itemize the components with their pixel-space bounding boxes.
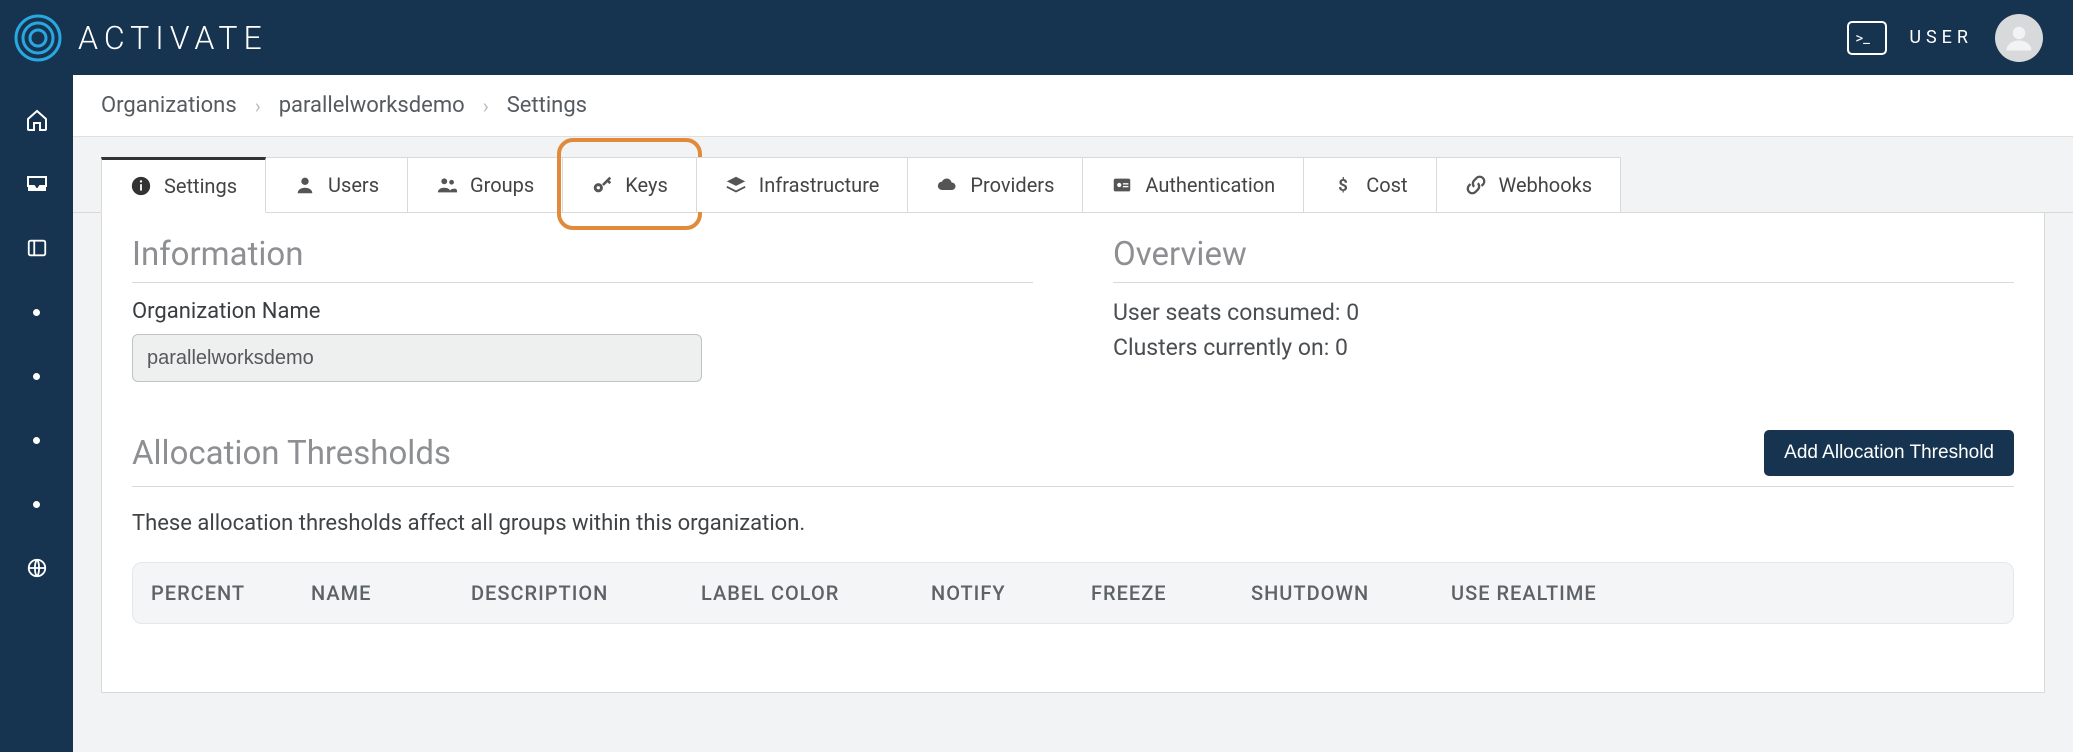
tab-label: Keys <box>625 173 668 197</box>
cloud-icon <box>936 174 958 196</box>
alloc-table-header: PERCENT NAME DESCRIPTION LABEL COLOR NOT… <box>132 562 2014 624</box>
col-freeze: FREEZE <box>1091 581 1251 605</box>
col-description: DESCRIPTION <box>471 581 701 605</box>
sidebar <box>0 75 73 752</box>
tab-label: Cost <box>1366 173 1407 197</box>
information-section: Information Organization Name <box>132 235 1033 382</box>
tab-groups[interactable]: Groups <box>408 157 563 212</box>
home-icon[interactable] <box>22 105 52 135</box>
tab-providers[interactable]: Providers <box>908 157 1083 212</box>
tab-label: Authentication <box>1145 173 1275 197</box>
dollar-icon: $ <box>1332 174 1354 196</box>
tab-label: Users <box>328 173 379 197</box>
sidebar-dot-2[interactable] <box>22 361 52 391</box>
panel-icon[interactable] <box>22 233 52 263</box>
tab-authentication[interactable]: Authentication <box>1083 157 1304 212</box>
avatar-icon <box>2004 23 2034 53</box>
overview-seats-value: 0 <box>1346 299 1359 326</box>
key-icon <box>591 174 613 196</box>
org-name-input[interactable] <box>132 334 702 382</box>
overview-clusters-label: Clusters currently on: <box>1113 334 1329 361</box>
col-label-color: LABEL COLOR <box>701 581 931 605</box>
alloc-description: These allocation thresholds affect all g… <box>132 511 2014 536</box>
col-name: NAME <box>311 581 471 605</box>
overview-seats: User seats consumed: 0 <box>1113 299 2014 326</box>
tab-label: Infrastructure <box>759 173 880 197</box>
add-allocation-button[interactable]: Add Allocation Threshold <box>1764 430 2014 476</box>
brand-logo-icon <box>14 14 62 62</box>
inbox-icon[interactable] <box>22 169 52 199</box>
group-icon <box>436 174 458 196</box>
tab-label: Providers <box>970 173 1054 197</box>
tabs: Settings Users Groups Keys Infrastructur… <box>73 137 2073 213</box>
alloc-heading: Allocation Thresholds <box>132 434 451 473</box>
info-icon <box>130 175 152 197</box>
tab-users[interactable]: Users <box>266 157 408 212</box>
tab-settings[interactable]: Settings <box>101 157 266 213</box>
org-name-label: Organization Name <box>132 299 1033 324</box>
tab-label: Groups <box>470 173 534 197</box>
link-icon <box>1465 174 1487 196</box>
topbar: ACTIVATE >_ USER <box>0 0 2073 75</box>
tab-cost[interactable]: $ Cost <box>1304 157 1436 212</box>
col-notify: NOTIFY <box>931 581 1091 605</box>
topbar-right: >_ USER <box>1847 14 2043 62</box>
globe-icon[interactable] <box>22 553 52 583</box>
alloc-header: Allocation Thresholds Add Allocation Thr… <box>132 430 2014 487</box>
breadcrumb-organizations[interactable]: Organizations <box>101 93 237 118</box>
overview-clusters: Clusters currently on: 0 <box>1113 334 2014 361</box>
tab-keys[interactable]: Keys <box>563 157 697 212</box>
brand-name: ACTIVATE <box>78 19 268 57</box>
chevron-right-icon: › <box>483 94 489 118</box>
sidebar-dot-4[interactable] <box>22 489 52 519</box>
main: Organizations › parallelworksdemo › Sett… <box>73 75 2073 752</box>
breadcrumb-settings[interactable]: Settings <box>507 93 587 118</box>
user-icon <box>294 174 316 196</box>
settings-panel: Information Organization Name Overview U… <box>101 213 2045 693</box>
breadcrumb: Organizations › parallelworksdemo › Sett… <box>73 75 2073 137</box>
col-percent: PERCENT <box>151 581 311 605</box>
terminal-button[interactable]: >_ <box>1847 21 1887 55</box>
tab-webhooks[interactable]: Webhooks <box>1437 157 1622 212</box>
sidebar-dot-3[interactable] <box>22 425 52 455</box>
brand: ACTIVATE <box>14 14 268 62</box>
tab-infrastructure[interactable]: Infrastructure <box>697 157 909 212</box>
overview-clusters-value: 0 <box>1335 334 1348 361</box>
user-label[interactable]: USER <box>1909 27 1973 48</box>
tab-label: Settings <box>164 174 237 198</box>
col-shutdown: SHUTDOWN <box>1251 581 1451 605</box>
overview-heading: Overview <box>1113 235 2014 283</box>
terminal-icon: >_ <box>1855 29 1870 47</box>
layers-icon <box>725 174 747 196</box>
overview-seats-label: User seats consumed: <box>1113 299 1340 326</box>
tab-label: Webhooks <box>1499 173 1593 197</box>
badge-icon <box>1111 174 1133 196</box>
overview-section: Overview User seats consumed: 0 Clusters… <box>1113 235 2014 382</box>
col-use-realtime: USE REALTIME <box>1451 581 1651 605</box>
chevron-right-icon: › <box>255 94 261 118</box>
avatar[interactable] <box>1995 14 2043 62</box>
svg-text:$: $ <box>1338 177 1348 196</box>
breadcrumb-org[interactable]: parallelworksdemo <box>279 93 465 118</box>
information-heading: Information <box>132 235 1033 283</box>
sidebar-dot-1[interactable] <box>22 297 52 327</box>
